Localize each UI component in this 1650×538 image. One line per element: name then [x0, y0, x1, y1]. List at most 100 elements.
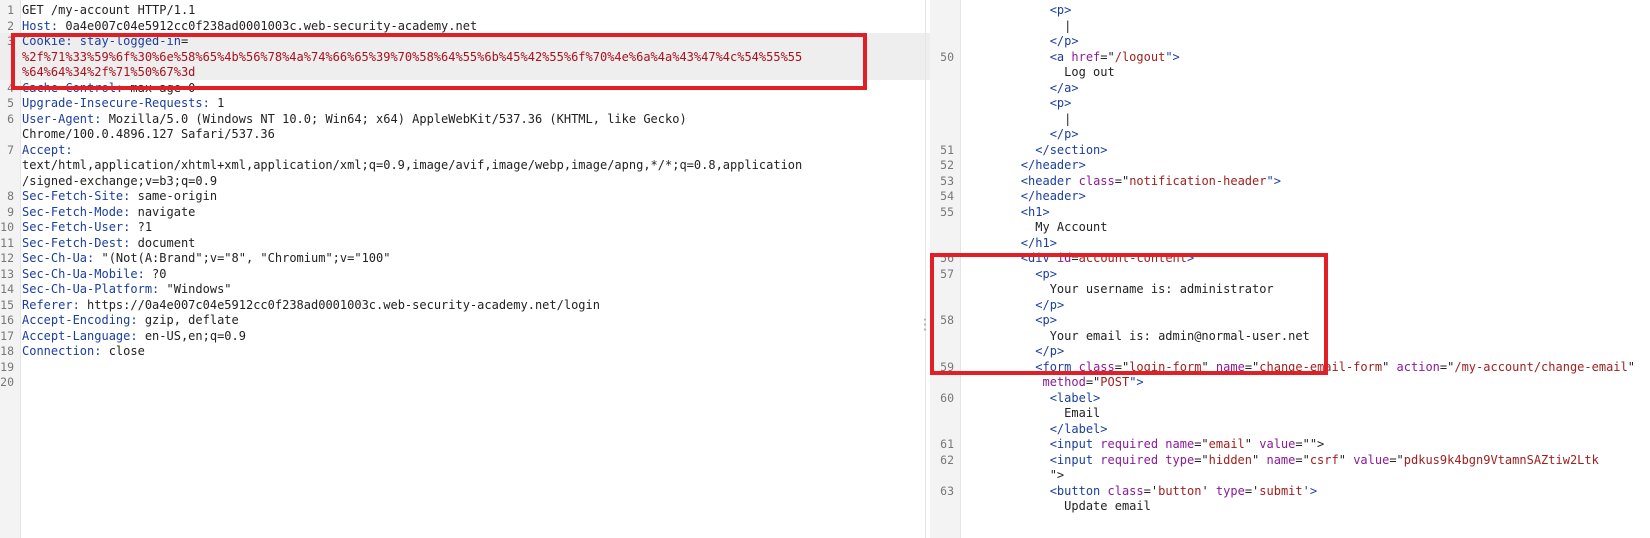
response-line: </label>: [930, 421, 1650, 437]
response-line: 56 <div id=account-content>: [930, 250, 1650, 266]
response-token: =": [1194, 452, 1209, 467]
response-line: method="POST">: [930, 374, 1650, 390]
response-line-code: <h1>: [963, 204, 1050, 220]
response-line-number: 63: [940, 483, 954, 498]
response-line-code: My Account: [963, 219, 1107, 235]
response-token: required type: [1093, 452, 1195, 467]
request-token: Sec-Ch-Ua:: [22, 251, 102, 265]
response-token: >: [1056, 344, 1065, 358]
request-line-number: 13: [0, 266, 14, 281]
response-token: |: [963, 111, 1072, 126]
response-line: Log out: [930, 64, 1650, 80]
request-line-code: Sec-Fetch-User: ?1: [22, 219, 152, 235]
response-token: p: [1042, 266, 1050, 281]
response-line-code: </header>: [963, 188, 1086, 204]
response-line-code: <input required type="hidden" name="csrf…: [963, 452, 1599, 468]
response-line-number: 60: [940, 390, 954, 405]
request-line-code: text/html,application/xhtml+xml,applicat…: [22, 157, 802, 173]
response-line: My Account: [930, 219, 1650, 235]
request-line-number: 3: [7, 34, 14, 48]
response-line-code: </section>: [963, 142, 1107, 158]
pane-splitter[interactable]: [925, 0, 926, 538]
response-token: div: [1028, 251, 1050, 265]
request-token: "Windows": [166, 282, 232, 296]
response-token: header: [1035, 189, 1079, 203]
response-line: <p>: [930, 95, 1650, 111]
request-token: close: [108, 344, 145, 358]
response-token: <: [963, 313, 1043, 327]
request-token: =: [180, 34, 189, 48]
request-token: /signed-exchange;v=b3;q=0.9: [22, 173, 218, 188]
response-token: =: [1071, 251, 1079, 265]
response-line: 58 <p>: [930, 312, 1650, 328]
response-token: </: [963, 297, 1050, 312]
response-line: </p>: [930, 297, 1650, 313]
response-line-code: ">: [963, 467, 1064, 483]
request-token: Sec-Ch-Ua-Platform:: [22, 282, 167, 296]
response-line-code: </header>: [963, 157, 1086, 173]
request-line-number: 10: [0, 220, 14, 234]
request-line: 18 Connection: close: [0, 343, 930, 359]
request-token: Chrome/100.0.4896.127 Safari/537.36: [22, 127, 275, 141]
response-token: <: [963, 96, 1057, 110]
request-line: 1 GET /my-account HTTP/1.1: [0, 2, 930, 18]
response-token: </: [963, 34, 1065, 48]
request-line: text/html,application/xhtml+xml,applicat…: [0, 157, 930, 173]
response-token: input: [1056, 437, 1094, 451]
request-token: Upgrade-Insecure-Requests:: [22, 96, 218, 110]
response-token: >: [1064, 96, 1072, 110]
response-token: >: [1049, 266, 1057, 281]
response-token: =": [1244, 359, 1260, 374]
response-token: section: [1049, 142, 1101, 157]
response-line: 54 </header>: [930, 188, 1650, 204]
response-token: class: [1071, 173, 1115, 188]
response-line: </p>: [930, 126, 1650, 142]
request-line: 3 Cookie: stay-logged-in=: [0, 33, 930, 49]
request-editor[interactable]: 1 GET /my-account HTTP/1.1 2 Host: 0a4e007c…: [0, 0, 930, 538]
request-token: navigate: [137, 204, 196, 219]
request-token: text/html,application/xhtml+xml,applicat…: [22, 158, 803, 172]
request-line: /signed-exchange;v=b3;q=0.9: [0, 173, 930, 189]
request-line: 7 Accept:: [0, 142, 930, 158]
response-line-code: <form class="login-form" name="change-em…: [963, 359, 1635, 375]
response-token: =": [1100, 49, 1115, 64]
request-line-code: Sec-Ch-Ua: "(Not(A:Brand";v="8", "Chromi…: [22, 250, 390, 266]
request-token: Accept-Encoding:: [22, 313, 145, 327]
request-line: 12 Sec-Ch-Ua: "(Not(A:Brand";v="8", "Chro…: [0, 250, 930, 266]
request-line-number: 19: [0, 359, 14, 374]
request-token: 0a4e007c04e5912cc0f238ad0001003c.web-sec…: [65, 18, 478, 33]
drag-grip-icon[interactable]: · · ·: [920, 314, 930, 336]
response-token: p: [1049, 344, 1057, 358]
response-token: header: [1035, 158, 1079, 172]
response-line: 55 <h1>: [930, 204, 1650, 220]
response-viewer[interactable]: <p> | </p> 50 <a href="/logout"> Log out …: [930, 0, 1650, 538]
response-token: ": [1244, 437, 1253, 451]
response-token: <: [963, 483, 1057, 498]
response-token: <: [963, 452, 1057, 467]
request-line-code: Sec-Ch-Ua-Platform: "Windows": [22, 281, 232, 297]
response-token: =': [1143, 483, 1159, 498]
response-line-number: 52: [940, 158, 954, 172]
response-token: ": [1201, 359, 1209, 374]
response-token: =": [1085, 375, 1101, 389]
response-line-code: <p>: [963, 266, 1057, 282]
response-token: >: [1078, 158, 1086, 172]
request-line-code: %64%64%34%2f%71%50%67%3d: [22, 64, 195, 80]
request-line: 8 Sec-Fetch-Site: same-origin: [0, 188, 930, 204]
response-token: button: [1158, 483, 1202, 498]
response-line-number: 55: [940, 204, 954, 219]
response-token: <: [963, 3, 1057, 17]
response-line: ">: [930, 467, 1650, 483]
response-line-number: 57: [940, 266, 954, 281]
request-line-code: /signed-exchange;v=b3;q=0.9: [22, 173, 217, 189]
response-token: <: [963, 437, 1057, 451]
response-line-code: Your email is: admin@normal-user.net: [963, 328, 1310, 344]
request-token: en-US,en;q=0.9: [144, 328, 246, 343]
response-token: pdkus9k4bgn9VtamnSAZtiw2Ltk: [1403, 452, 1599, 467]
request-line-number: 8: [7, 189, 14, 203]
response-token: account-content: [1078, 251, 1188, 265]
request-line-number: 7: [7, 142, 14, 157]
response-token: /my-account/change-email: [1454, 359, 1628, 374]
request-token: Cache-Control:: [22, 80, 131, 95]
response-token: h1: [1035, 235, 1050, 250]
